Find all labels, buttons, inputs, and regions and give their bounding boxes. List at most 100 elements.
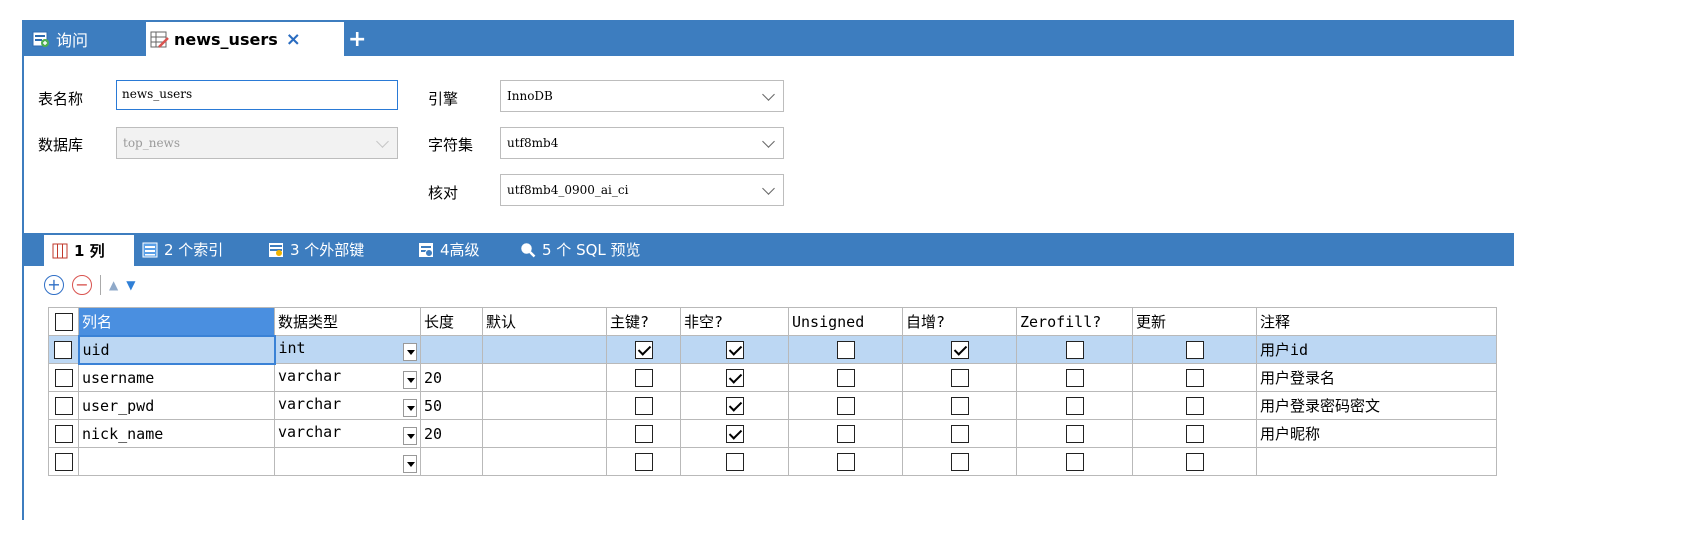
column-type-cell[interactable]: varchar [274,363,421,392]
column-not-null-cell[interactable] [680,335,789,364]
column-pk-cell[interactable] [606,419,681,448]
column-comment-cell[interactable]: 用户登录密码密文 [1256,391,1497,420]
auto-inc-checkbox[interactable] [950,340,969,359]
column-comment-cell[interactable]: 用户登录名 [1256,363,1497,392]
column-comment-cell[interactable] [1256,447,1497,476]
tab-query[interactable]: 询问 [32,22,88,56]
add-tab-button[interactable]: + [348,22,366,56]
zerofill-checkbox[interactable] [1065,396,1084,415]
header-not-null[interactable]: 非空? [680,307,789,336]
type-dropdown-button[interactable] [403,370,417,389]
column-type-cell[interactable]: varchar [274,391,421,420]
table-row[interactable] [48,447,1497,476]
header-default[interactable]: 默认 [482,307,607,336]
column-unsigned-cell[interactable] [788,335,903,364]
column-auto-inc-cell[interactable] [902,335,1017,364]
pk-checkbox[interactable] [634,424,653,443]
column-name-cell[interactable]: nick_name [78,419,275,448]
header-name[interactable]: 列名 [78,307,275,336]
move-up-button[interactable]: ▲ [109,278,118,292]
column-name-cell[interactable] [78,447,275,476]
update-checkbox[interactable] [1185,452,1204,471]
column-unsigned-cell[interactable] [788,391,903,420]
column-zerofill-cell[interactable] [1016,391,1133,420]
table-row[interactable]: username varchar 20 用户登录名 [48,363,1497,392]
column-length-cell[interactable]: 20 [420,419,483,448]
row-select-checkbox[interactable] [54,396,73,415]
column-auto-inc-cell[interactable] [902,419,1017,448]
column-zerofill-cell[interactable] [1016,363,1133,392]
unsigned-checkbox[interactable] [836,340,855,359]
unsigned-checkbox[interactable] [836,452,855,471]
column-not-null-cell[interactable] [680,363,789,392]
column-update-cell[interactable] [1132,391,1257,420]
unsigned-checkbox[interactable] [836,368,855,387]
zerofill-checkbox[interactable] [1065,424,1084,443]
row-select-cell[interactable] [48,391,79,420]
auto-inc-checkbox[interactable] [950,452,969,471]
row-select-checkbox[interactable] [54,368,73,387]
column-unsigned-cell[interactable] [788,419,903,448]
column-update-cell[interactable] [1132,447,1257,476]
column-type-cell[interactable]: varchar [274,419,421,448]
column-auto-inc-cell[interactable] [902,363,1017,392]
not-null-checkbox[interactable] [725,424,744,443]
type-dropdown-button[interactable] [403,426,417,445]
header-pk[interactable]: 主键? [606,307,681,336]
column-auto-inc-cell[interactable] [902,447,1017,476]
column-length-cell[interactable]: 20 [420,363,483,392]
column-name-cell[interactable]: uid [77,334,276,365]
column-default-cell[interactable] [482,447,607,476]
column-comment-cell[interactable]: 用户昵称 [1256,419,1497,448]
row-select-checkbox[interactable] [54,340,73,359]
move-down-button[interactable]: ▼ [126,278,135,292]
row-select-cell[interactable] [48,363,79,392]
tab-columns[interactable]: 1 列 [44,235,134,266]
column-auto-inc-cell[interactable] [902,391,1017,420]
column-unsigned-cell[interactable] [788,363,903,392]
column-update-cell[interactable] [1132,419,1257,448]
auto-inc-checkbox[interactable] [950,396,969,415]
row-select-cell[interactable] [48,447,79,476]
collation-select[interactable]: utf8mb4_0900_ai_ci [500,174,784,206]
unsigned-checkbox[interactable] [836,396,855,415]
column-update-cell[interactable] [1132,363,1257,392]
column-name-cell[interactable]: username [78,363,275,392]
type-dropdown-button[interactable] [403,398,417,417]
close-icon[interactable]: × [286,29,301,50]
column-default-cell[interactable] [482,363,607,392]
header-unsigned[interactable]: Unsigned [788,307,903,336]
column-default-cell[interactable] [482,391,607,420]
table-row[interactable]: user_pwd varchar 50 用户登录密码密文 [48,391,1497,420]
column-pk-cell[interactable] [606,363,681,392]
select-all-checkbox-cell[interactable] [48,307,79,336]
header-length[interactable]: 长度 [420,307,483,336]
column-pk-cell[interactable] [606,391,681,420]
column-update-cell[interactable] [1132,335,1257,364]
zerofill-checkbox[interactable] [1065,368,1084,387]
header-type[interactable]: 数据类型 [274,307,421,336]
column-comment-cell[interactable]: 用户id [1256,335,1497,364]
update-checkbox[interactable] [1185,340,1204,359]
table-row[interactable]: nick_name varchar 20 用户昵称 [48,419,1497,448]
column-not-null-cell[interactable] [680,391,789,420]
zerofill-checkbox[interactable] [1065,340,1084,359]
type-dropdown-button[interactable] [403,454,417,473]
tab-foreign-keys[interactable]: 3 个外部键 [268,233,364,266]
unsigned-checkbox[interactable] [836,424,855,443]
column-pk-cell[interactable] [606,447,681,476]
table-row[interactable]: uid int 用户id [48,334,1497,365]
not-null-checkbox[interactable] [725,368,744,387]
pk-checkbox[interactable] [634,340,653,359]
column-length-cell[interactable]: 50 [420,391,483,420]
not-null-checkbox[interactable] [725,396,744,415]
type-dropdown-button[interactable] [403,342,417,361]
column-not-null-cell[interactable] [680,419,789,448]
column-not-null-cell[interactable] [680,447,789,476]
update-checkbox[interactable] [1185,396,1204,415]
update-checkbox[interactable] [1185,368,1204,387]
header-zerofill[interactable]: Zerofill? [1016,307,1133,336]
add-column-button[interactable]: + [44,275,64,295]
column-type-cell[interactable] [274,447,421,476]
column-zerofill-cell[interactable] [1016,335,1133,364]
